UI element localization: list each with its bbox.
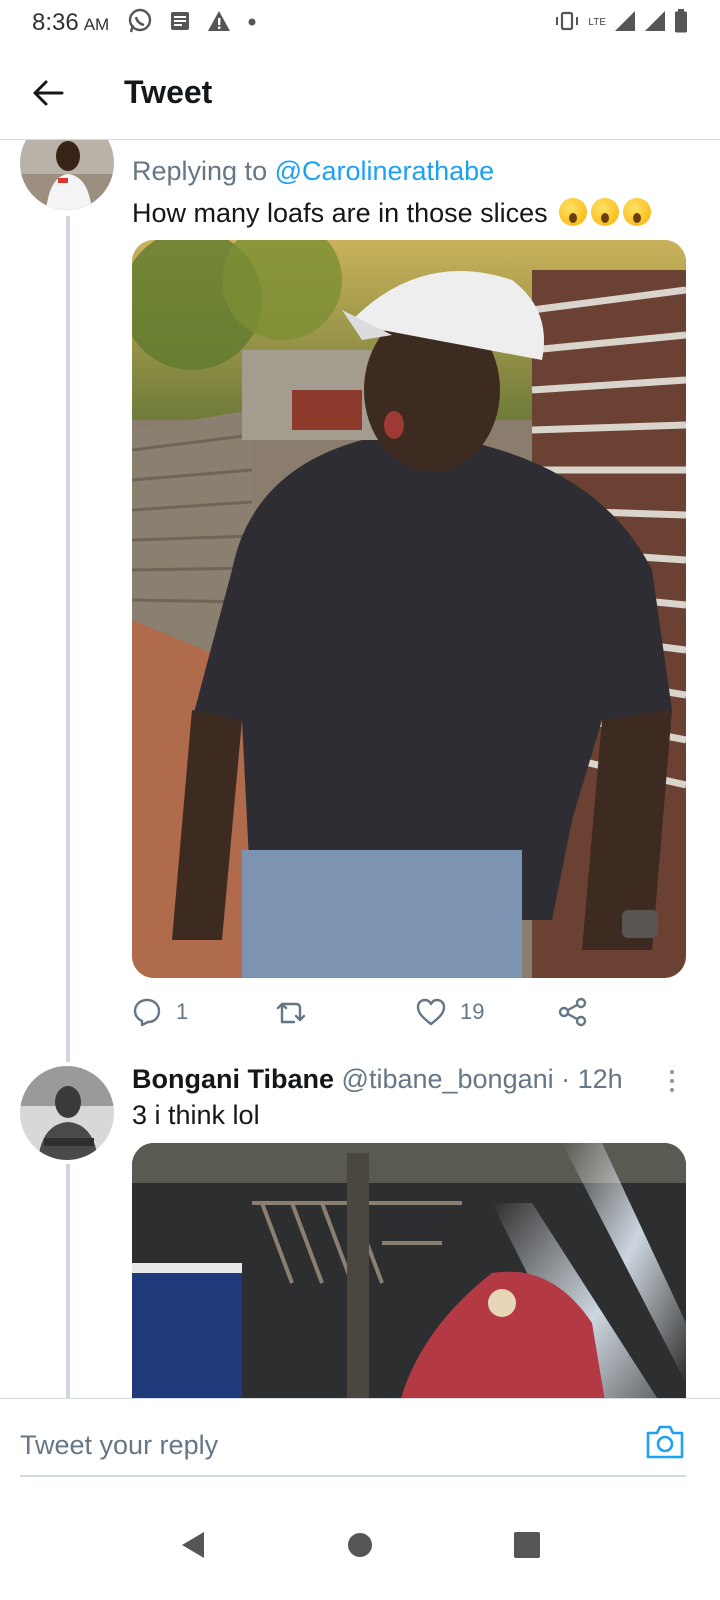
tweet-photo[interactable] — [132, 1143, 686, 1398]
warning-icon — [207, 10, 231, 37]
more-vertical-icon — [670, 1070, 674, 1074]
camera-icon — [646, 1425, 684, 1459]
square-recents-icon — [513, 1532, 540, 1558]
composer-underline — [20, 1475, 686, 1477]
reply-icon — [133, 998, 161, 1027]
reply-composer — [0, 1398, 720, 1490]
thread-connector-line-2 — [66, 1164, 70, 1398]
astonished-face-emoji — [559, 198, 588, 226]
nav-back-button[interactable] — [163, 1515, 223, 1575]
tweet-photo[interactable] — [132, 240, 686, 978]
tweet-actions: 1 19 — [132, 992, 652, 1032]
circle-home-icon — [347, 1533, 372, 1557]
avatar[interactable] — [20, 1066, 114, 1160]
tweet-text-content: 3 i think lol — [132, 1100, 260, 1130]
like-count: 19 — [460, 999, 485, 1024]
vibrate-icon — [554, 11, 580, 36]
replying-to-mention-link[interactable]: @Carolinerathabe — [275, 156, 495, 186]
conversation-feed[interactable]: ❧ ▬▬▬▬▬▬ ▬▬▬▬ ❧ Replying to @Carolinerat… — [0, 140, 720, 1398]
reply-count: 1 — [176, 999, 189, 1024]
arrow-left-icon — [33, 80, 64, 105]
reply-input[interactable] — [20, 1417, 640, 1473]
retweet-icon — [276, 1002, 306, 1024]
signal-icon-2 — [644, 10, 666, 37]
share-icon — [558, 997, 587, 1027]
notification-icons — [127, 8, 257, 39]
truncated-author-row: ❧ ▬▬▬▬▬▬ ▬▬▬▬ ❧ — [132, 140, 692, 146]
back-button[interactable] — [16, 61, 80, 125]
thread-connector-line — [66, 216, 70, 1062]
news-icon — [169, 10, 191, 37]
tweet-text-content: How many loafs are in those slices — [132, 198, 548, 228]
dot-icon — [247, 14, 257, 32]
avatar[interactable] — [20, 140, 114, 210]
author-handle[interactable]: @tibane_bongani — [342, 1064, 554, 1094]
author-row: Bongani Tibane @tibane_bongani · 12h — [132, 1064, 623, 1095]
top-app-bar: Tweet — [0, 46, 720, 140]
astonished-face-emoji — [591, 198, 620, 226]
replying-to: Replying to @Carolinerathabe — [132, 156, 494, 187]
tweet-text: How many loafs are in those slices — [132, 198, 652, 229]
lte-label: LTE — [588, 17, 606, 28]
status-bar: 8:36 AM LTE — [0, 0, 720, 46]
astonished-face-emoji — [623, 198, 652, 226]
tweet-timestamp: · 12h — [561, 1064, 623, 1094]
tweet-text: 3 i think lol — [132, 1100, 260, 1131]
camera-button[interactable] — [644, 1421, 686, 1463]
page-title: Tweet — [124, 74, 213, 110]
battery-icon — [674, 8, 688, 38]
nav-recents-button[interactable] — [497, 1515, 557, 1575]
whatsapp-icon — [127, 8, 153, 39]
author-name[interactable]: Bongani Tibane — [132, 1064, 334, 1094]
triangle-back-icon — [182, 1532, 205, 1558]
like-button[interactable]: 19 — [416, 998, 558, 1026]
heart-icon — [416, 998, 446, 1026]
signal-icon — [614, 10, 636, 37]
share-button[interactable] — [558, 997, 588, 1027]
nav-home-button[interactable] — [330, 1515, 390, 1575]
more-options-button[interactable] — [664, 1066, 680, 1096]
status-time: 8:36 AM — [32, 9, 109, 37]
replying-to-prefix: Replying to — [132, 156, 275, 186]
retweet-button[interactable] — [274, 998, 416, 1026]
reply-button[interactable]: 1 — [132, 997, 274, 1027]
system-navigation-bar — [0, 1490, 720, 1600]
system-icons: LTE — [554, 8, 688, 38]
status-time-value: 8:36 — [32, 9, 79, 36]
status-time-ampm: AM — [83, 15, 110, 34]
